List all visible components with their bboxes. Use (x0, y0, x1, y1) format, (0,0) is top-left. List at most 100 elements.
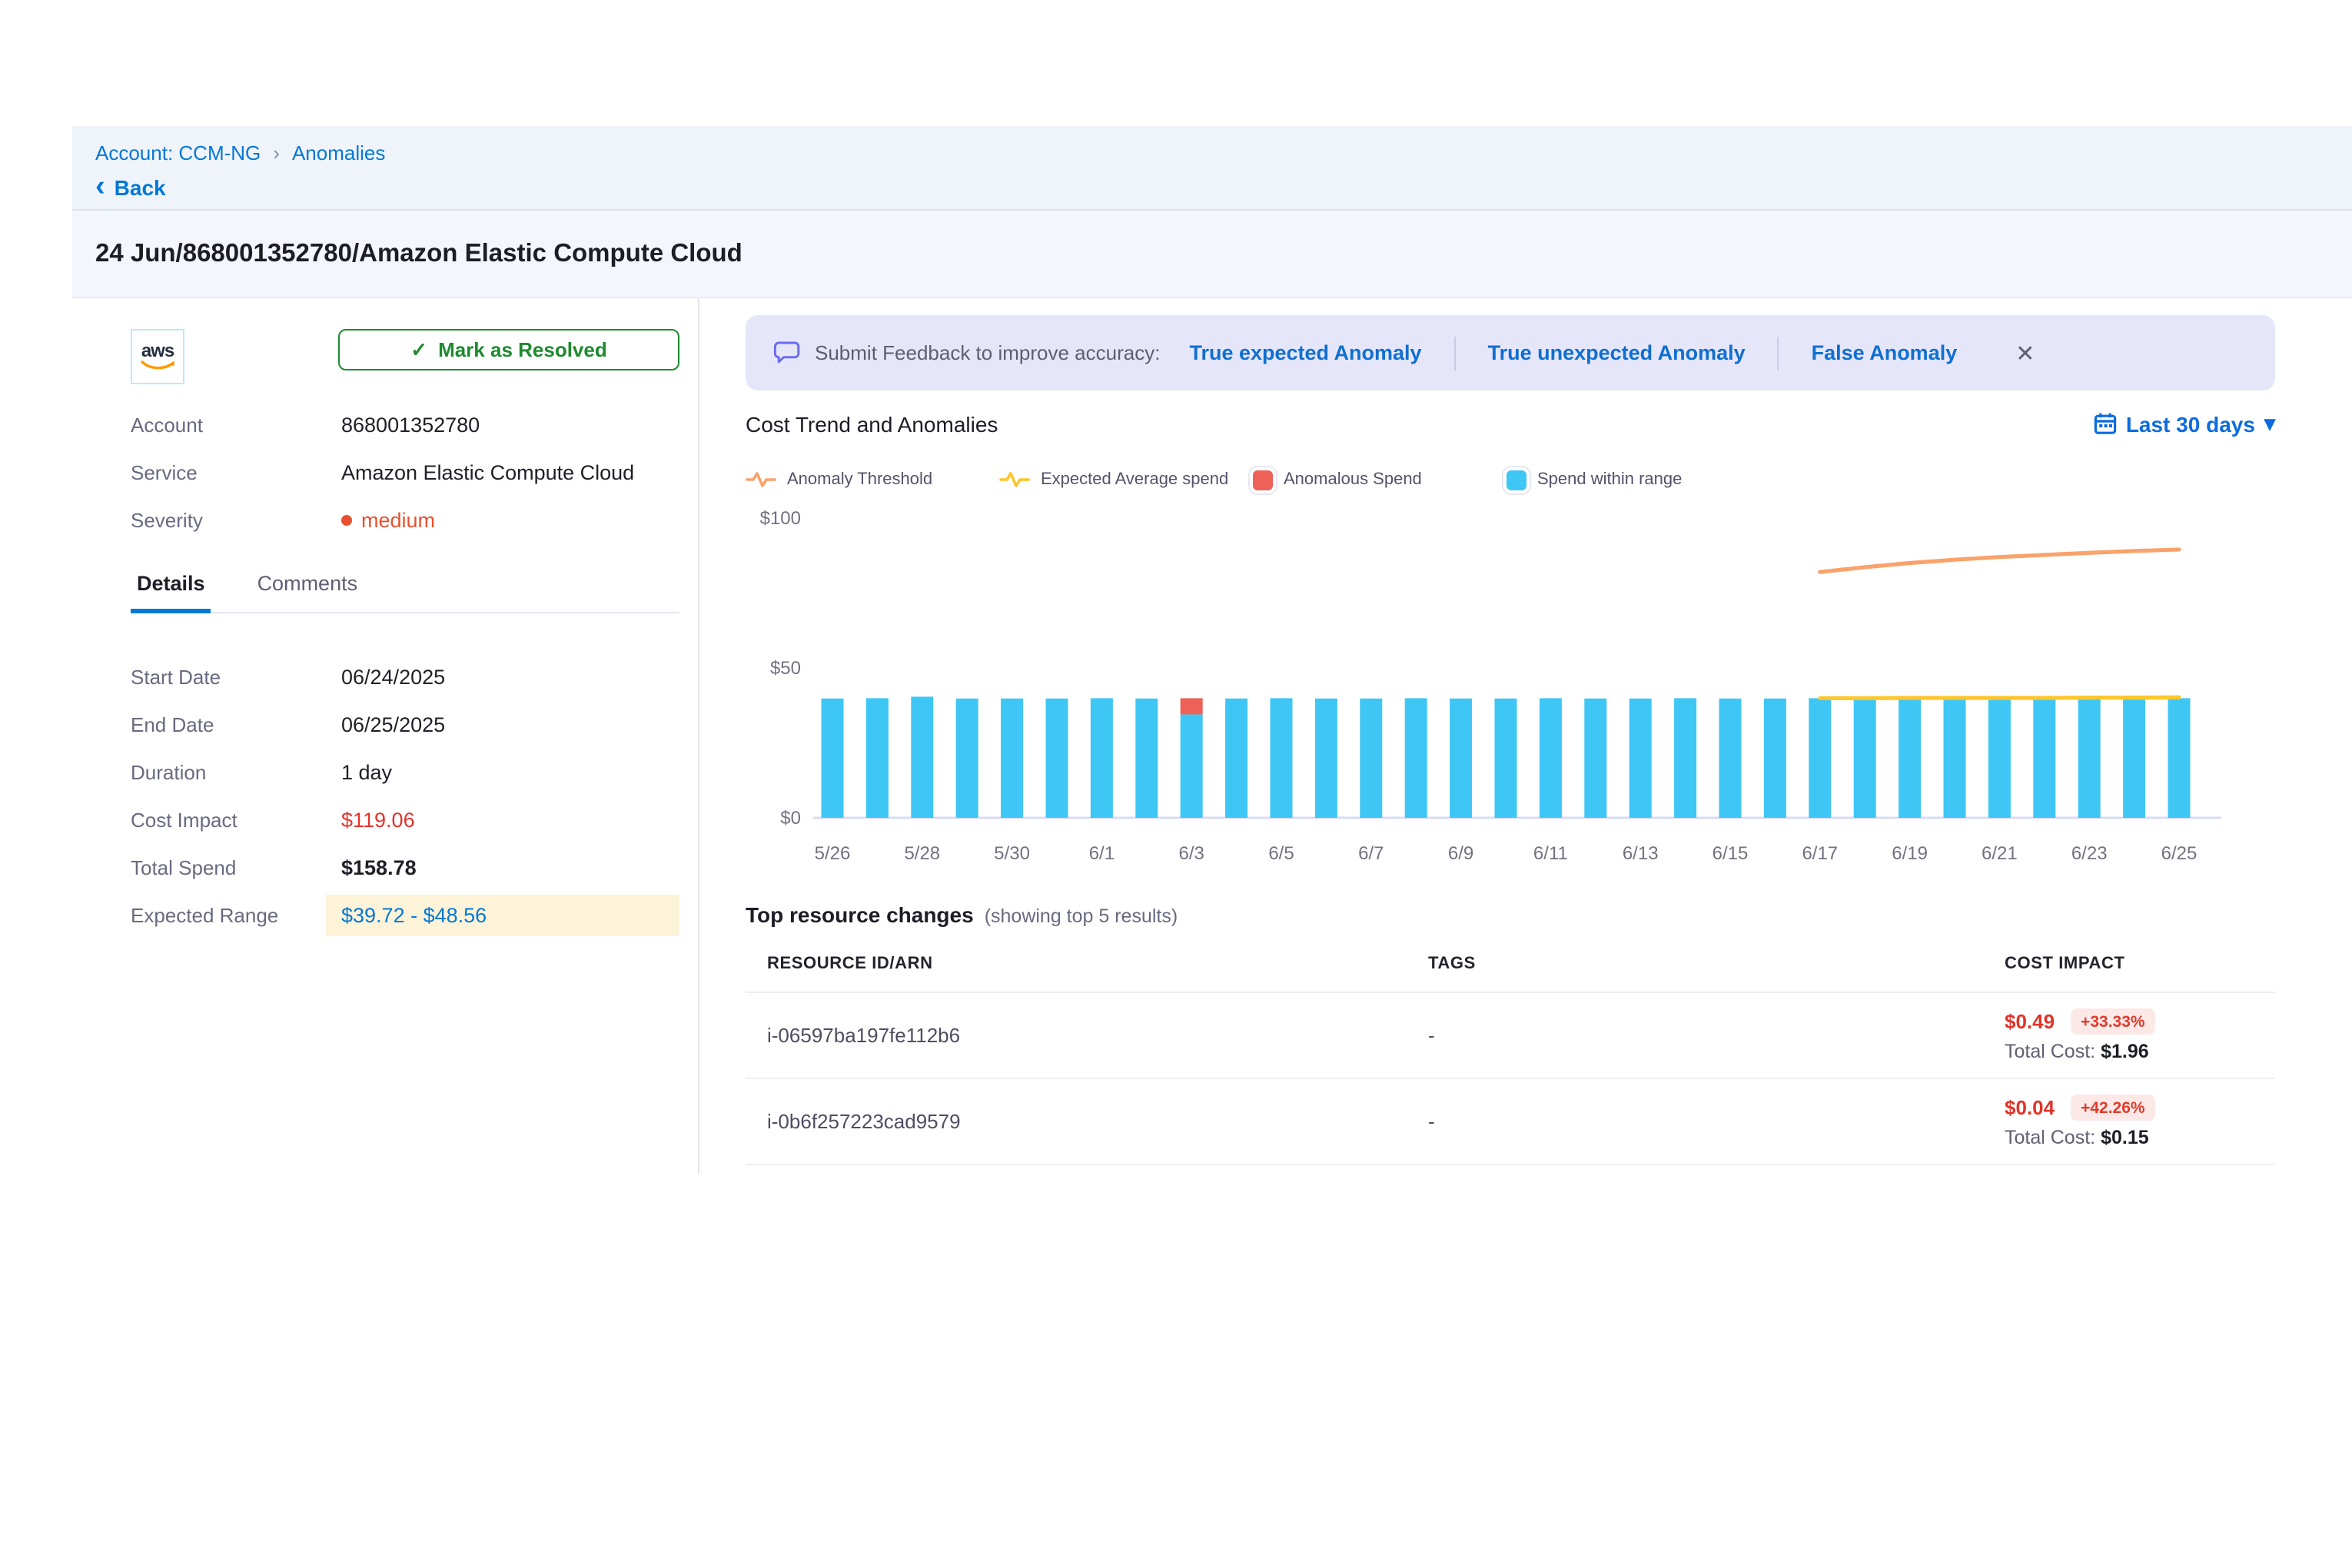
svg-text:6/9: 6/9 (1448, 843, 1473, 864)
expected-range-row: Expected Range $39.72 - $48.56 (131, 892, 679, 939)
chart-title: Cost Trend and Anomalies (746, 411, 998, 436)
cost-impact-row: Cost Impact $119.06 (131, 796, 679, 844)
column-cost-impact: COST IMPACT (2005, 955, 2275, 973)
table-header-row: RESOURCE ID/ARN TAGS COST IMPACT (746, 942, 2275, 993)
account-label: Account (131, 413, 341, 436)
expected-range-value: $39.72 - $48.56 (326, 895, 679, 936)
legend-item: Anomaly Threshold (746, 469, 999, 490)
aws-logo: aws (131, 329, 184, 384)
duration-value: 1 day (341, 761, 392, 784)
total-cost: Total Cost: $0.15 (2005, 1127, 2275, 1148)
svg-text:6/25: 6/25 (2161, 843, 2198, 864)
resource-tags: - (1428, 1024, 2005, 1047)
legend-label: Spend within range (1537, 470, 1682, 489)
svg-text:6/3: 6/3 (1179, 843, 1204, 864)
cost-impact-cell: $0.49 +33.33% Total Cost: $1.96 (2005, 1008, 2275, 1062)
svg-text:5/28: 5/28 (904, 843, 940, 864)
legend-label: Anomalous Spend (1284, 470, 1422, 489)
service-value: Amazon Elastic Compute Cloud (341, 460, 634, 483)
service-row: Service Amazon Elastic Compute Cloud (131, 453, 679, 490)
feedback-divider (1778, 336, 1779, 370)
aws-logo-text: aws (141, 342, 174, 359)
feedback-prompt: Submit Feedback to improve accuracy: (815, 341, 1160, 364)
resource-tags: - (1428, 1110, 2005, 1133)
svg-text:6/11: 6/11 (1533, 843, 1568, 864)
breadcrumb-separator-icon: › (273, 141, 280, 164)
end-date-row: End Date 06/25/2025 (131, 701, 679, 749)
expected-range-label: Expected Range (131, 904, 341, 927)
resource-changes-table: RESOURCE ID/ARN TAGS COST IMPACT i-06597… (746, 942, 2275, 1165)
legend-item: Expected Average spend (999, 469, 1253, 490)
severity-value: medium (341, 508, 435, 531)
color-swatch-icon (1253, 470, 1273, 490)
chart-legend: Anomaly Threshold Expected Average spend A… (746, 469, 2275, 490)
feedback-option-false-anomaly[interactable]: False Anomaly (1812, 341, 1958, 364)
aws-smile-icon (139, 359, 176, 371)
svg-text:$0: $0 (780, 808, 801, 829)
account-value: 868001352780 (341, 413, 480, 436)
change-percent-badge: +42.26% (2070, 1095, 2156, 1121)
tab-details[interactable]: Details (131, 572, 211, 613)
color-swatch-icon (1507, 470, 1526, 490)
severity-label: Severity (131, 508, 341, 531)
breadcrumb-anomalies-link[interactable]: Anomalies (292, 141, 385, 164)
start-date-label: Start Date (131, 666, 341, 689)
cost-impact-amount: $0.04 (2005, 1096, 2055, 1119)
total-spend-row: Total Spend $158.78 (131, 844, 679, 892)
cost-trend-chart: $0$50$1005/265/285/306/16/36/56/76/96/11… (746, 500, 2275, 889)
pulse-line-icon (746, 469, 776, 490)
svg-text:6/7: 6/7 (1358, 843, 1384, 864)
feedback-divider (1454, 336, 1456, 370)
table-row[interactable]: i-06597ba197fe112b6 - $0.49 +33.33% Tota… (746, 993, 2275, 1079)
resource-changes-title: Top resource changes (746, 902, 974, 927)
legend-label: Anomaly Threshold (787, 470, 932, 489)
top-whitespace (0, 0, 2352, 126)
breadcrumb: Account: CCM-NG › Anomalies (95, 141, 2352, 164)
trend-panel: Submit Feedback to improve accuracy: Tru… (699, 298, 2352, 1174)
provider-row: aws ✓ Mark as Resolved (131, 329, 679, 384)
check-icon: ✓ (410, 337, 427, 362)
legend-label: Expected Average spend (1041, 470, 1228, 489)
svg-text:6/1: 6/1 (1089, 843, 1115, 864)
breadcrumb-account-link[interactable]: Account: CCM-NG (95, 141, 261, 164)
legend-item: Anomalous Spend (1253, 470, 1507, 490)
calendar-icon (2094, 412, 2117, 435)
svg-text:$50: $50 (770, 658, 801, 679)
account-row: Account 868001352780 (131, 406, 679, 443)
end-date-label: End Date (131, 713, 341, 736)
severity-dot-icon (341, 514, 352, 525)
date-range-label: Last 30 days (2126, 411, 2255, 436)
detail-tabs: Details Comments (131, 572, 679, 613)
date-range-selector[interactable]: Last 30 days ▾ (2094, 410, 2275, 437)
cost-impact-label: Cost Impact (131, 809, 341, 832)
feedback-bar: Submit Feedback to improve accuracy: Tru… (746, 315, 2275, 390)
summary-section: Account 868001352780 Service Amazon Elas… (131, 406, 679, 538)
back-button[interactable]: ‹ Back (95, 175, 2352, 200)
start-date-value: 06/24/2025 (341, 666, 445, 689)
back-chevron-icon: ‹ (95, 177, 105, 198)
table-row[interactable]: i-0b6f257223cad9579 - $0.04 +42.26% Tota… (746, 1079, 2275, 1165)
resource-changes-header: Top resource changes (showing top 5 resu… (746, 902, 2275, 927)
end-date-value: 06/25/2025 (341, 713, 445, 736)
mark-as-resolved-button[interactable]: ✓ Mark as Resolved (338, 329, 679, 370)
svg-text:6/23: 6/23 (2071, 843, 2108, 864)
resource-id[interactable]: i-06597ba197fe112b6 (767, 1024, 1428, 1047)
start-date-row: Start Date 06/24/2025 (131, 653, 679, 701)
feedback-option-true-expected[interactable]: True expected Anomaly (1189, 341, 1421, 364)
feedback-option-true-unexpected[interactable]: True unexpected Anomaly (1488, 341, 1746, 364)
cost-impact-amount: $0.49 (2005, 1010, 2055, 1033)
feedback-bubble-icon (773, 340, 801, 366)
feedback-close-icon[interactable]: ✕ (2015, 339, 2035, 367)
total-cost: Total Cost: $1.96 (2005, 1041, 2275, 1062)
resource-id[interactable]: i-0b6f257223cad9579 (767, 1110, 1428, 1133)
page: Account: CCM-NG › Anomalies ‹ Back 24 Ju… (0, 0, 2352, 1568)
breadcrumb-band: Account: CCM-NG › Anomalies ‹ Back (72, 126, 2352, 211)
detail-fields: Start Date 06/24/2025 End Date 06/25/202… (131, 653, 679, 939)
tab-comments[interactable]: Comments (251, 572, 364, 612)
svg-text:6/17: 6/17 (1802, 843, 1838, 864)
anomaly-details-panel: aws ✓ Mark as Resolved Account 868001352… (72, 298, 698, 1174)
page-title: 24 Jun/868001352780/Amazon Elastic Compu… (95, 239, 742, 268)
content: aws ✓ Mark as Resolved Account 868001352… (72, 298, 2352, 1174)
service-label: Service (131, 460, 341, 483)
svg-text:6/5: 6/5 (1268, 843, 1294, 864)
